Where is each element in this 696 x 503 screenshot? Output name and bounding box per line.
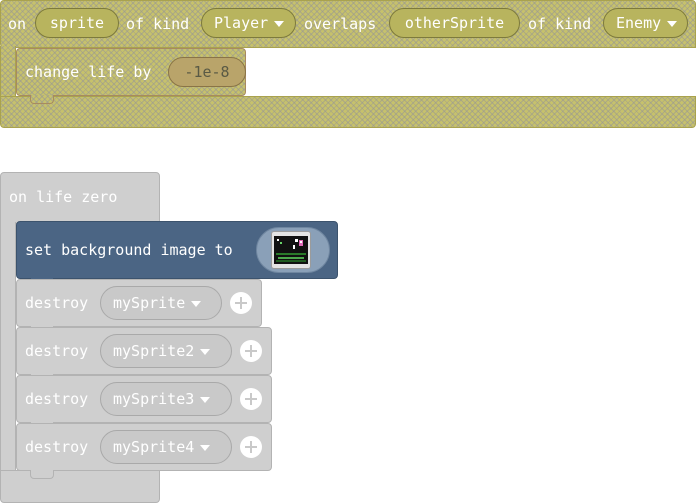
change-life-label: change life by	[25, 63, 152, 81]
chevron-down-icon	[191, 300, 202, 307]
background-image-thumbnail[interactable]	[271, 231, 311, 269]
sprite-variable-label: sprite	[49, 14, 105, 32]
destroy-label: destroy	[25, 294, 89, 312]
add-parameter-plus-icon[interactable]	[230, 292, 252, 314]
sprite-variable-pill[interactable]: sprite	[35, 8, 119, 38]
on-life-zero-left-arm	[0, 222, 16, 474]
life-change-value: -1e-8	[184, 63, 230, 81]
change-life-notch	[30, 95, 54, 104]
overlap-event-left-arm	[0, 46, 16, 98]
pixel-art-scene-icon	[274, 236, 308, 264]
kind-dropdown-player-label: Player	[214, 14, 269, 32]
sprite-dropdown[interactable]: mySprite2	[100, 334, 232, 368]
add-parameter-plus-icon[interactable]	[240, 340, 262, 362]
chevron-down-icon	[200, 396, 211, 403]
add-parameter-plus-icon[interactable]	[240, 436, 262, 458]
on-life-zero-title: on life zero	[9, 188, 118, 206]
overlap-event-footer[interactable]	[0, 96, 696, 128]
life-change-value-input[interactable]: -1e-8	[168, 57, 246, 87]
on-life-zero-footer[interactable]	[0, 470, 160, 503]
destroy-label: destroy	[25, 438, 89, 456]
sprite-dropdown[interactable]: mySprite4	[100, 430, 232, 464]
kind-dropdown-player[interactable]: Player	[201, 8, 296, 38]
set-background-label: set background image to	[25, 241, 233, 259]
sprite-dropdown-label: mySprite2	[113, 342, 195, 360]
chevron-down-icon	[274, 20, 285, 27]
other-sprite-variable-pill[interactable]: otherSprite	[389, 8, 520, 38]
sprite-dropdown[interactable]: mySprite3	[100, 382, 232, 416]
chevron-down-icon	[200, 348, 211, 355]
sprite-dropdown-label: mySprite	[113, 294, 186, 312]
chevron-down-icon	[200, 444, 211, 451]
chevron-down-icon	[667, 20, 678, 27]
on-keyword: on	[8, 15, 27, 33]
sprite-dropdown-label: mySprite3	[113, 390, 195, 408]
sprite-dropdown-label: mySprite4	[113, 438, 195, 456]
other-sprite-variable-label: otherSprite	[404, 14, 505, 32]
sprite-dropdown[interactable]: mySprite	[100, 286, 222, 320]
of-kind-keyword-1: of kind	[126, 15, 190, 33]
kind-dropdown-enemy-label: Enemy	[616, 14, 662, 32]
destroy-label: destroy	[25, 342, 89, 360]
destroy-block-notch	[30, 470, 54, 479]
kind-dropdown-enemy[interactable]: Enemy	[603, 8, 688, 38]
of-kind-keyword-2: of kind	[528, 15, 592, 33]
overlaps-keyword: overlaps	[304, 15, 377, 33]
destroy-label: destroy	[25, 390, 89, 408]
add-parameter-plus-icon[interactable]	[240, 388, 262, 410]
